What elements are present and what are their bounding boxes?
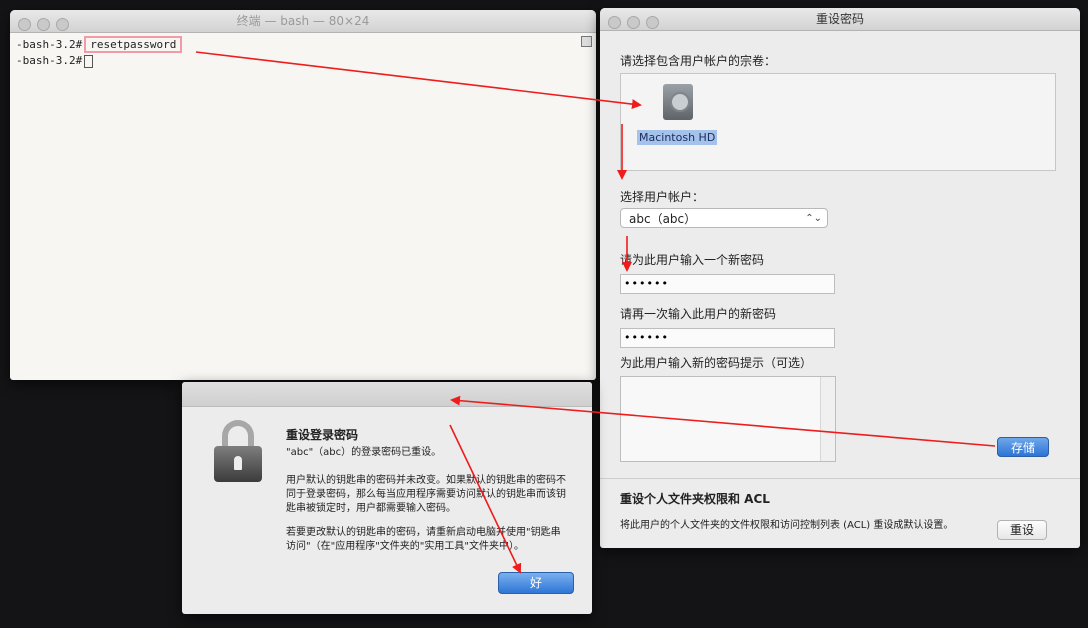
alert-paragraph: 若要更改默认的钥匙串的密码，请重新启动电脑并使用"钥匙串访问"（在"应用程序"文… — [286, 527, 561, 552]
section-divider — [600, 478, 1080, 479]
confirm-password-field[interactable]: •••••• — [620, 328, 835, 348]
password-hint-textarea[interactable] — [620, 376, 836, 462]
confirm-password-label: 请再一次输入此用户的新密码 — [620, 307, 777, 321]
zoom-button[interactable] — [56, 18, 69, 31]
alert-paragraph: 用户默认的钥匙串的密码并未改变。如果默认的钥匙串的密码不同于登录密码，那么每当应… — [286, 475, 566, 514]
reset-acl-button[interactable]: 重设 — [997, 520, 1047, 540]
minimize-button[interactable] — [627, 16, 640, 29]
alert-titlebar — [182, 382, 592, 407]
ok-button[interactable]: 好 — [498, 572, 574, 594]
alert-message: "abc"（abc）的登录密码已重设。 — [286, 447, 442, 458]
minimize-button[interactable] — [37, 18, 50, 31]
alert-title: 重设登录密码 — [286, 428, 359, 442]
hint-label: 为此用户输入新的密码提示（可选） — [620, 356, 813, 370]
volume-label: 请选择包含用户帐户的宗卷： — [620, 54, 777, 68]
close-button[interactable] — [18, 18, 31, 31]
lock-icon — [214, 420, 266, 484]
volume-list[interactable]: Macintosh HD — [620, 73, 1056, 171]
new-password-field[interactable]: •••••• — [620, 274, 835, 294]
reset-window-titlebar[interactable]: 重设密码 — [600, 8, 1080, 31]
prompt: -bash-3.2# — [16, 54, 83, 67]
hard-disk-icon — [663, 84, 693, 120]
reset-login-password-alert[interactable]: 重设登录密码 "abc"（abc）的登录密码已重设。 用户默认的钥匙串的密码并未… — [182, 382, 592, 614]
reset-password-window[interactable]: 重设密码 请选择包含用户帐户的宗卷： Macintosh HD 选择用户帐户： … — [600, 8, 1080, 548]
terminal-line: -bash-3.2# — [16, 53, 590, 69]
up-down-arrows-icon: ⌃⌄ — [805, 213, 822, 224]
account-label: 选择用户帐户： — [620, 190, 705, 204]
terminal-line: -bash-3.2# resetpassword — [16, 36, 590, 53]
terminal-window[interactable]: 终端 — bash — 80×24 -bash-3.2# resetpasswor… — [10, 10, 596, 380]
terminal-titlebar[interactable]: 终端 — bash — 80×24 — [10, 10, 596, 33]
terminal-title: 终端 — bash — 80×24 — [236, 14, 370, 28]
reset-window-title: 重设密码 — [815, 12, 864, 26]
command-text: resetpassword — [84, 36, 183, 53]
acl-description: 将此用户的个人文件夹的文件权限和访问控制列表 (ACL) 重设成默认设置。 — [620, 520, 954, 531]
window-controls — [608, 14, 665, 36]
prompt: -bash-3.2# — [16, 38, 83, 51]
volume-name: Macintosh HD — [637, 130, 718, 145]
new-password-label: 请为此用户输入一个新密码 — [620, 253, 765, 267]
volume-item[interactable]: Macintosh HD — [621, 74, 741, 164]
save-button[interactable]: 存储 — [997, 437, 1049, 457]
scroll-indicator[interactable] — [581, 36, 592, 47]
zoom-button[interactable] — [646, 16, 659, 29]
textarea-scrollbar[interactable] — [820, 377, 835, 461]
acl-heading: 重设个人文件夹权限和 ACL — [620, 492, 770, 506]
close-button[interactable] — [608, 16, 621, 29]
account-select[interactable]: abc（abc） ⌃⌄ — [620, 208, 828, 228]
text-cursor — [84, 54, 94, 68]
account-select-value: abc（abc） — [629, 212, 697, 226]
terminal-content[interactable]: -bash-3.2# resetpassword -bash-3.2# — [10, 33, 596, 380]
